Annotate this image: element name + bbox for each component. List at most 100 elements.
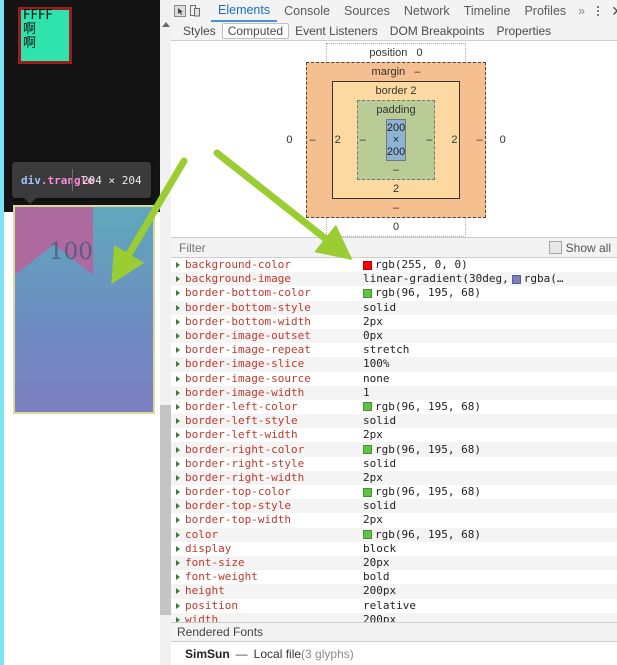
tab-profiles[interactable]: Profiles [517, 0, 573, 22]
expand-triangle-icon[interactable] [176, 545, 180, 552]
property-row[interactable]: border-bottom-width 2px [171, 315, 617, 329]
property-row[interactable]: width 200px [171, 612, 617, 622]
property-value[interactable]: 200px [363, 584, 396, 598]
box-model-content-size[interactable]: 200 × 200 [385, 119, 407, 161]
tab-computed[interactable]: Computed [221, 23, 290, 39]
property-value[interactable]: solid [363, 301, 396, 315]
property-value[interactable]: solid [363, 499, 396, 513]
expand-triangle-icon[interactable] [176, 574, 180, 581]
tab-styles[interactable]: Styles [177, 23, 222, 39]
show-all-checkbox[interactable] [548, 241, 562, 254]
scroll-up-arrow-icon[interactable] [162, 22, 170, 27]
property-value[interactable]: rgb(96, 195, 68) [363, 485, 481, 499]
more-tabs-button[interactable]: » [573, 0, 590, 22]
box-model-border-bottom[interactable]: 2 [333, 182, 460, 195]
tab-network[interactable]: Network [397, 0, 457, 22]
color-swatch-icon[interactable] [363, 402, 372, 412]
box-model-border-right[interactable]: 2 [449, 134, 459, 146]
expand-triangle-icon[interactable] [176, 333, 180, 340]
color-swatch-icon[interactable] [363, 445, 372, 455]
expand-triangle-icon[interactable] [176, 347, 180, 354]
box-model-margin-left[interactable]: – [307, 134, 317, 146]
box-model-margin-right[interactable]: – [474, 134, 484, 146]
property-value[interactable]: relative [363, 599, 416, 613]
expand-triangle-icon[interactable] [176, 503, 180, 510]
property-value[interactable]: rgb(255, 0, 0) [363, 258, 468, 272]
property-row[interactable]: border-left-color rgb(96, 195, 68) [171, 400, 617, 414]
expand-triangle-icon[interactable] [176, 560, 180, 567]
box-model-padding-right[interactable]: – [424, 134, 434, 146]
property-value[interactable]: block [363, 542, 396, 556]
property-value[interactable]: rgb(96, 195, 68) [363, 443, 481, 457]
box-model-position-layer[interactable]: position 0 0 margin – – border 2 2 paddi… [286, 43, 506, 237]
expand-triangle-icon[interactable] [176, 531, 180, 538]
color-swatch-icon[interactable] [363, 530, 372, 540]
expand-triangle-icon[interactable] [176, 290, 180, 297]
property-value[interactable]: rgb(96, 195, 68) [363, 528, 481, 542]
property-row[interactable]: border-bottom-color rgb(96, 195, 68) [171, 286, 617, 300]
expand-triangle-icon[interactable] [176, 403, 180, 410]
property-value[interactable]: 2px [363, 513, 383, 527]
property-row[interactable]: display block [171, 542, 617, 556]
box-model-position-bottom[interactable]: 0 [327, 220, 465, 233]
property-row[interactable]: border-left-style solid [171, 414, 617, 429]
property-row[interactable]: border-image-outset 0px [171, 328, 617, 344]
expand-triangle-icon[interactable] [176, 517, 180, 524]
property-value[interactable]: 0px [363, 329, 383, 343]
close-icon[interactable]: ✕ [606, 1, 617, 21]
scrollbar-thumb[interactable] [160, 405, 171, 615]
show-all-toggle[interactable]: Show all [548, 241, 611, 255]
property-value[interactable]: rgb(96, 195, 68) [363, 400, 481, 414]
tab-elements[interactable]: Elements [211, 0, 278, 22]
property-row[interactable]: position relative [171, 599, 617, 613]
box-model-margin-layer[interactable]: margin – – border 2 2 padding – 200 × 20… [306, 62, 486, 218]
property-value[interactable]: solid [363, 414, 396, 428]
expand-triangle-icon[interactable] [176, 474, 180, 481]
box-model-border-top[interactable]: 2 [410, 85, 416, 97]
expand-triangle-icon[interactable] [176, 588, 180, 595]
expand-triangle-icon[interactable] [176, 361, 180, 368]
expand-triangle-icon[interactable] [176, 602, 180, 609]
tab-timeline[interactable]: Timeline [457, 0, 518, 22]
property-row[interactable]: border-image-source none [171, 372, 617, 386]
property-row[interactable]: background-image linear-gradient(30deg, r… [171, 272, 617, 287]
property-row[interactable]: border-image-slice 100% [171, 357, 617, 372]
tab-event-listeners[interactable]: Event Listeners [289, 23, 384, 39]
tab-dom-breakpoints[interactable]: DOM Breakpoints [384, 23, 491, 39]
property-value[interactable]: none [363, 372, 390, 386]
property-value[interactable]: 2px [363, 471, 383, 485]
box-model-position-top[interactable]: 0 [416, 47, 422, 59]
property-row[interactable]: border-image-repeat stretch [171, 343, 617, 357]
computed-properties-list[interactable]: background-color rgb(255, 0, 0) background… [171, 258, 617, 622]
tab-sources[interactable]: Sources [337, 0, 397, 22]
color-swatch-icon[interactable] [363, 487, 372, 497]
property-value[interactable]: 1 [363, 386, 370, 400]
demo-element[interactable]: FFFF 啊 啊 [18, 7, 72, 64]
property-row[interactable]: border-left-width 2px [171, 428, 617, 442]
expand-triangle-icon[interactable] [176, 318, 180, 325]
box-model-padding-layer[interactable]: padding – 200 × 200 – – [356, 100, 436, 180]
expand-triangle-icon[interactable] [176, 489, 180, 496]
box-model-margin-top[interactable]: – [414, 66, 420, 78]
property-row[interactable]: background-color rgb(255, 0, 0) [171, 258, 617, 272]
expand-triangle-icon[interactable] [176, 276, 180, 283]
highlighted-element[interactable]: 100 [13, 205, 155, 414]
property-row[interactable]: border-right-width 2px [171, 470, 617, 485]
property-value[interactable]: linear-gradient(30deg, rgba(… [363, 272, 563, 286]
expand-triangle-icon[interactable] [176, 389, 180, 396]
box-model-padding-bottom[interactable]: – [358, 163, 435, 176]
property-value[interactable]: rgb(96, 195, 68) [363, 286, 481, 300]
property-row[interactable]: font-weight bold [171, 570, 617, 584]
box-model-position-left[interactable]: 0 [284, 134, 294, 146]
expand-triangle-icon[interactable] [176, 304, 180, 311]
property-value[interactable]: 100% [363, 357, 390, 371]
color-swatch-icon[interactable] [511, 274, 521, 284]
color-swatch-icon[interactable] [363, 260, 372, 270]
property-value[interactable]: 2px [363, 428, 383, 442]
expand-triangle-icon[interactable] [176, 418, 180, 425]
property-value[interactable]: solid [363, 457, 396, 471]
expand-triangle-icon[interactable] [176, 375, 180, 382]
property-value[interactable]: 20px [363, 556, 390, 570]
property-row[interactable]: border-top-color rgb(96, 195, 68) [171, 485, 617, 499]
expand-triangle-icon[interactable] [176, 446, 180, 453]
